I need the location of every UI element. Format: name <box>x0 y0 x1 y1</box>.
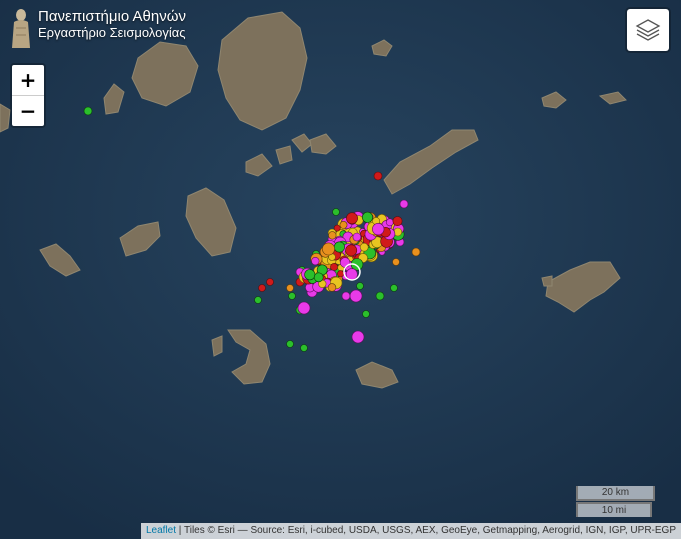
quake-marker[interactable] <box>337 270 345 278</box>
branding: Πανεπιστήμιο Αθηνών Εργαστήριο Σεισμολογ… <box>10 8 186 48</box>
island-syrna <box>541 275 553 287</box>
scale-km: 20 km <box>576 486 655 501</box>
quake-marker[interactable] <box>313 272 324 283</box>
zoom-out-button[interactable]: − <box>12 95 44 126</box>
quake-marker[interactable] <box>311 257 320 266</box>
quake-marker <box>390 284 398 292</box>
quake-marker[interactable] <box>330 263 338 271</box>
quake-marker[interactable] <box>346 212 358 225</box>
quake-marker[interactable] <box>392 216 403 226</box>
quake-marker <box>286 284 294 292</box>
quake-marker[interactable] <box>352 232 362 242</box>
quake-marker <box>375 291 385 301</box>
zoom-control: + − <box>10 63 46 128</box>
quake-marker[interactable] <box>339 257 351 268</box>
attribution-text: | Tiles © Esri — Source: Esri, i-cubed, … <box>176 525 676 536</box>
quake-marker[interactable] <box>359 242 369 252</box>
quake-marker[interactable] <box>339 220 348 229</box>
branding-title: Πανεπιστήμιο Αθηνών <box>38 8 186 25</box>
satellite-basemap <box>0 0 681 539</box>
scale-mi: 10 mi <box>576 502 652 517</box>
quake-marker <box>266 278 274 286</box>
quake-marker <box>83 106 93 116</box>
quake-marker <box>411 247 421 257</box>
attribution: Leaflet | Tiles © Esri — Source: Esri, i… <box>141 523 681 539</box>
leaflet-link[interactable]: Leaflet <box>146 525 176 536</box>
university-logo-icon <box>12 9 30 48</box>
quake-marker <box>349 289 363 303</box>
quake-marker[interactable] <box>304 269 316 281</box>
quake-marker <box>332 208 340 216</box>
quake-marker <box>297 301 311 315</box>
quake-marker[interactable] <box>361 211 373 223</box>
quake-marker <box>399 199 409 209</box>
quake-marker <box>254 296 262 304</box>
scale-bar: 20 km 10 mi <box>576 486 655 517</box>
layers-icon <box>635 19 661 41</box>
quake-marker <box>300 344 308 352</box>
quake-marker[interactable] <box>328 231 337 240</box>
quake-marker[interactable] <box>372 223 385 236</box>
quake-marker <box>392 258 400 266</box>
layers-button[interactable] <box>625 7 671 53</box>
quake-marker[interactable] <box>322 242 335 256</box>
quake-marker <box>356 282 364 290</box>
quake-marker[interactable] <box>327 283 337 292</box>
quake-marker <box>258 284 266 292</box>
quake-marker[interactable] <box>385 218 394 227</box>
quake-marker <box>351 330 365 344</box>
branding-subtitle: Εργαστήριο Σεισμολογίας <box>38 25 186 40</box>
quake-marker[interactable] <box>333 241 345 253</box>
quake-marker <box>362 310 370 318</box>
island-therasia <box>211 335 223 357</box>
quake-marker <box>373 171 383 181</box>
map[interactable]: Πανεπιστήμιο Αθηνών Εργαστήριο Σεισμολογ… <box>0 0 681 539</box>
quake-marker <box>341 291 351 301</box>
zoom-in-button[interactable]: + <box>12 65 44 95</box>
quake-marker[interactable] <box>345 244 358 257</box>
quake-marker <box>288 292 296 300</box>
quake-marker <box>286 340 294 348</box>
